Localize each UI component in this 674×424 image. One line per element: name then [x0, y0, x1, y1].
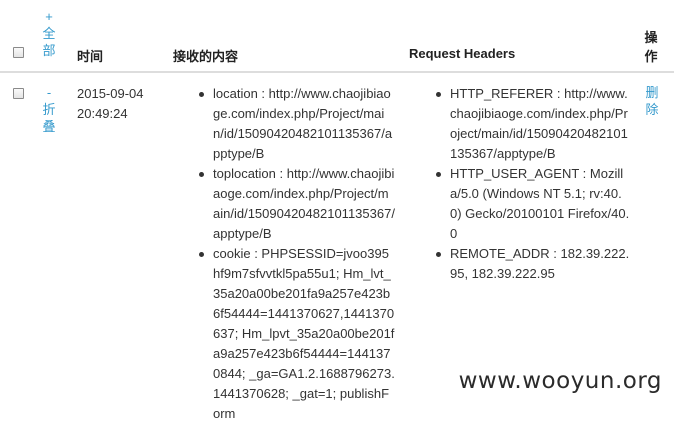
row-time: 2015-09-04 20:49:24	[77, 86, 144, 121]
content-list: location : http://www.chaojibiaoge.com/i…	[199, 84, 395, 424]
column-header-time: 时间	[77, 49, 104, 64]
column-header-request-headers: Request Headers	[409, 46, 516, 61]
watermark: www.wooyun.org	[456, 368, 664, 394]
expand-all-link[interactable]: + 全 部	[42, 8, 56, 59]
content-item-toplocation: toplocation : http://www.chaojibiaoge.co…	[199, 164, 395, 244]
row-checkbox[interactable]	[13, 88, 24, 99]
headers-list: HTTP_REFERER : http://www.chaojibiaoge.c…	[436, 84, 632, 284]
column-header-content: 接收的内容	[173, 49, 239, 64]
header-item-remote-addr: REMOTE_ADDR : 182.39.222.95, 182.39.222.…	[436, 244, 632, 284]
column-header-actions: 操作	[644, 30, 658, 64]
header-divider	[0, 71, 674, 73]
delete-link[interactable]: 删 除	[645, 84, 659, 118]
header-item-referer: HTTP_REFERER : http://www.chaojibiaoge.c…	[436, 84, 632, 164]
header-item-user-agent: HTTP_USER_AGENT : Mozilla/5.0 (Windows N…	[436, 164, 632, 244]
select-all-checkbox[interactable]	[13, 47, 24, 58]
collapse-toggle-link[interactable]: - 折 叠	[42, 84, 56, 135]
content-item-location: location : http://www.chaojibiaoge.com/i…	[199, 84, 395, 164]
content-item-cookie: cookie : PHPSESSID=jvoo395hf9m7sfvvtkl5p…	[199, 244, 395, 424]
